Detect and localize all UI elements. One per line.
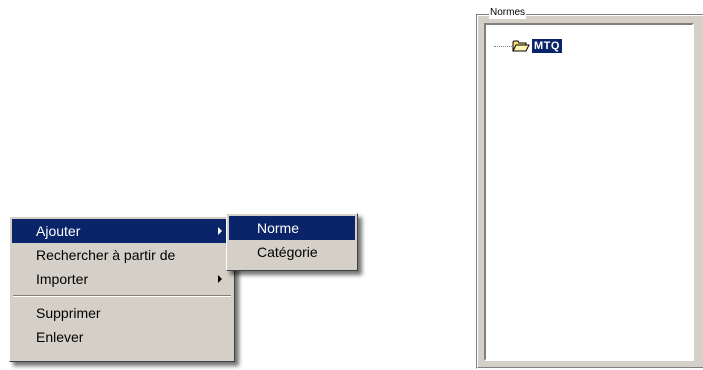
- menu-item-ajouter[interactable]: Ajouter: [12, 219, 232, 243]
- menu-item-rechercher[interactable]: Rechercher à partir de: [12, 243, 232, 267]
- menu-item-label: Ajouter: [36, 223, 81, 239]
- open-folder-icon: [512, 40, 530, 52]
- menu-item-label: Catégorie: [257, 244, 318, 260]
- menu-item-supprimer[interactable]: Supprimer: [12, 301, 232, 325]
- submenu-item-categorie[interactable]: Catégorie: [229, 240, 355, 264]
- tree-item-label: MTQ: [532, 39, 562, 53]
- menu-item-label: Enlever: [36, 329, 84, 345]
- menu-item-label: Supprimer: [36, 305, 101, 321]
- menu-item-label: Rechercher à partir de: [36, 247, 176, 263]
- context-menu: Ajouter Rechercher à partir de Importer …: [9, 216, 235, 362]
- tree-item-mtq[interactable]: MTQ: [494, 38, 562, 54]
- normes-groupbox: Normes MTQ: [476, 7, 703, 369]
- tree-connector-line: [494, 45, 512, 47]
- groupbox-title: Normes: [489, 7, 527, 19]
- menu-separator: [13, 295, 231, 297]
- submenu: Norme Catégorie: [226, 213, 358, 271]
- submenu-arrow-icon: [218, 275, 222, 283]
- menu-item-importer[interactable]: Importer: [12, 267, 232, 291]
- submenu-item-norme[interactable]: Norme: [229, 216, 355, 240]
- menu-item-enlever[interactable]: Enlever: [12, 325, 232, 349]
- normes-tree-view[interactable]: MTQ: [484, 23, 694, 361]
- submenu-arrow-icon: [218, 227, 222, 235]
- menu-item-label: Importer: [36, 271, 89, 287]
- menu-item-label: Norme: [257, 220, 300, 236]
